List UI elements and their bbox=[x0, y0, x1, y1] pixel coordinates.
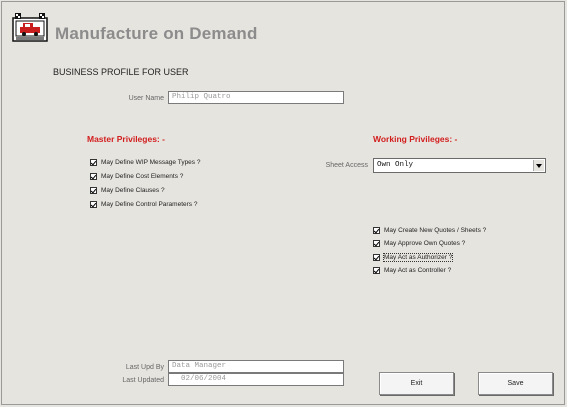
user-name-label: User Name bbox=[128, 95, 164, 102]
checkbox-label: May Define Control Parameters ? bbox=[101, 200, 198, 208]
user-name-field[interactable]: Philip Quatro bbox=[168, 91, 344, 104]
last-updated-label: Last Updated bbox=[122, 377, 164, 384]
last-updated-field[interactable]: 02/06/2004 bbox=[168, 373, 344, 386]
checkbox-label: May Act as Controller ? bbox=[384, 266, 452, 274]
app-title: Manufacture on Demand bbox=[55, 24, 258, 43]
checkbox[interactable] bbox=[90, 200, 97, 208]
working-privilege-item[interactable]: May Create New Quotes / Sheets ? bbox=[373, 225, 486, 235]
master-privilege-item[interactable]: May Define Cost Elements ? bbox=[90, 171, 183, 181]
master-privileges-heading: Master Privileges: - bbox=[87, 134, 165, 144]
checkbox-label: May Create New Quotes / Sheets ? bbox=[384, 226, 487, 234]
checkbox[interactable] bbox=[373, 226, 380, 234]
checkbox-label: May Define WIP Message Types ? bbox=[101, 158, 201, 166]
checkbox[interactable] bbox=[373, 266, 380, 274]
sheet-access-select[interactable]: Own Only bbox=[373, 158, 546, 173]
checkbox-label: May Define Clauses ? bbox=[101, 186, 165, 194]
last-upd-by-field[interactable]: Data Manager bbox=[168, 360, 344, 373]
checkbox[interactable] bbox=[90, 158, 97, 166]
section-title: BUSINESS PROFILE FOR USER bbox=[53, 67, 189, 77]
checkbox[interactable] bbox=[90, 186, 97, 194]
working-privileges-heading: Working Privileges: - bbox=[373, 134, 458, 144]
checkbox-label: May Define Cost Elements ? bbox=[101, 172, 184, 180]
machine-monitor-icon bbox=[12, 13, 48, 42]
checkbox[interactable] bbox=[90, 172, 97, 180]
working-privilege-item[interactable]: May Act as Authorizer ? bbox=[373, 252, 454, 262]
chevron-down-icon[interactable] bbox=[533, 160, 544, 171]
window-frame bbox=[1, 1, 565, 405]
checkbox[interactable] bbox=[373, 253, 380, 261]
save-button[interactable]: Save bbox=[478, 372, 553, 395]
checkbox-label: May Act as Authorizer ? bbox=[382, 252, 454, 262]
last-upd-by-label: Last Upd By bbox=[125, 364, 164, 371]
exit-button[interactable]: Exit bbox=[379, 372, 454, 395]
sheet-access-value: Own Only bbox=[377, 161, 414, 169]
checkbox-label: May Approve Own Quotes ? bbox=[384, 239, 466, 247]
working-privilege-item[interactable]: May Act as Controller ? bbox=[373, 265, 451, 275]
working-privilege-item[interactable]: May Approve Own Quotes ? bbox=[373, 238, 465, 248]
master-privilege-item[interactable]: May Define WIP Message Types ? bbox=[90, 157, 200, 167]
master-privilege-item[interactable]: May Define Clauses ? bbox=[90, 185, 165, 195]
sheet-access-label: Sheet Access bbox=[325, 162, 368, 169]
checkbox[interactable] bbox=[373, 239, 380, 247]
master-privilege-item[interactable]: May Define Control Parameters ? bbox=[90, 199, 197, 209]
